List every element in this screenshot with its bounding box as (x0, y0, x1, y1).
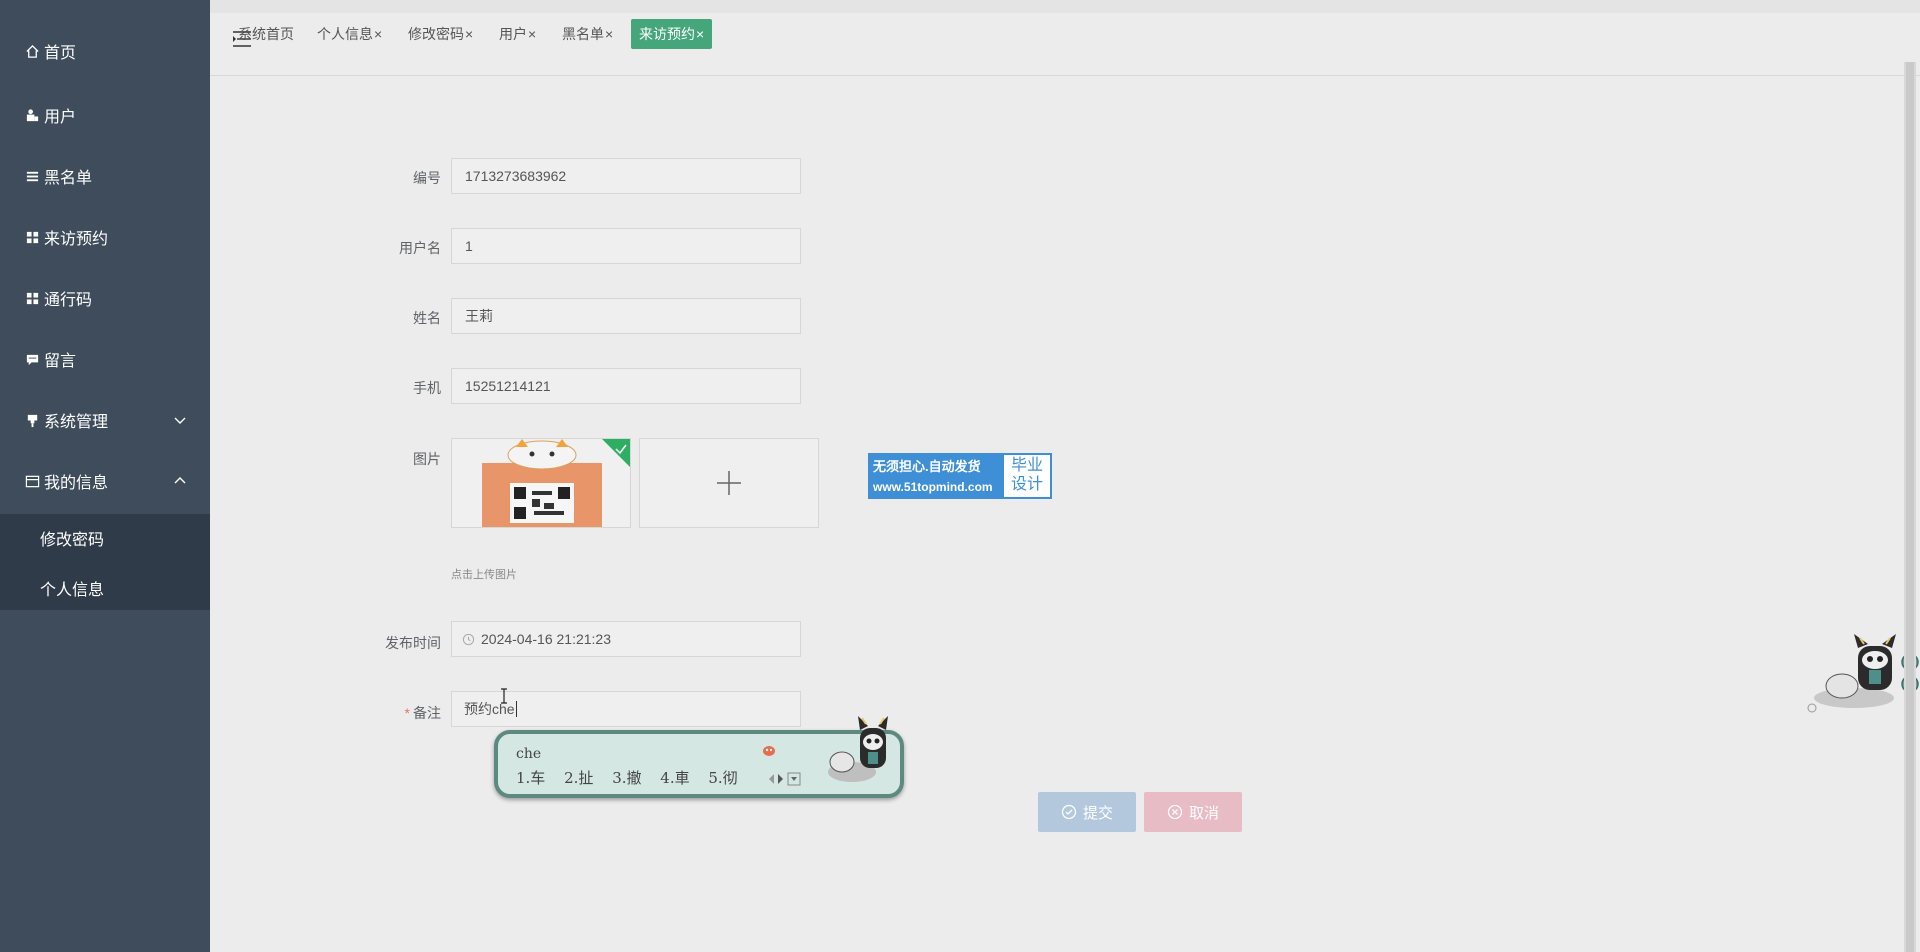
ime-candidate[interactable]: 5.彻 (708, 769, 737, 787)
ime-composition: che (516, 746, 542, 762)
cancel-label: 取消 (1188, 804, 1219, 822)
sidebar-item-message[interactable]: 留言 (0, 339, 210, 379)
user-icon (24, 107, 40, 123)
required-mark: * (404, 705, 410, 721)
tab-personal-info[interactable]: 个人信息× (317, 20, 382, 48)
remark-label: * 备注 (341, 703, 441, 723)
close-icon[interactable]: × (465, 26, 473, 42)
plus-icon (717, 471, 741, 495)
vertical-scrollbar[interactable] (1904, 62, 1916, 952)
cancel-button[interactable]: 取消 (1144, 792, 1242, 832)
watermark-banner: 无须担心.自动发货 www.51topmind.com 毕业 设计 (868, 453, 1052, 499)
publish-time-label: 发布时间 (385, 635, 441, 651)
card-icon (24, 473, 40, 489)
username-label: 用户名 (399, 240, 441, 256)
sidebar-item-label: 首页 (44, 45, 77, 62)
close-icon[interactable]: × (605, 26, 613, 42)
sidebar-item-label: 我的信息 (44, 475, 109, 492)
watermark-badge-line1: 毕业 (1010, 457, 1043, 474)
sidebar-item-user[interactable]: 用户 (0, 95, 210, 135)
grid-icon (24, 290, 40, 306)
sidebar-item-blacklist[interactable]: 黑名单 (0, 156, 210, 196)
name-field[interactable]: 王莉 (451, 298, 801, 334)
ime-logo-icon (762, 744, 776, 762)
close-icon[interactable]: × (374, 26, 382, 42)
ime-candidate[interactable]: 4.車 (660, 769, 689, 787)
watermark-text: 无须担心.自动发货 www.51topmind.com (868, 453, 1004, 499)
list-icon (24, 168, 40, 184)
chevron-down-icon (172, 412, 188, 428)
image-label: 图片 (413, 451, 441, 467)
close-icon[interactable]: × (696, 26, 704, 42)
sidebar: 首页 用户 黑名单 来访预约 通行码 留言 系统管理 我的信息 修改密码 个人信… (0, 0, 210, 952)
publish-time-value: 2024-04-16 21:21:23 (481, 631, 611, 647)
tab-label: 来访预约 (639, 26, 695, 42)
tab-label: 黑名单 (562, 26, 604, 42)
publish-time-field[interactable]: 2024-04-16 21:21:23 (451, 621, 801, 657)
submit-button[interactable]: 提交 (1038, 792, 1136, 832)
tab-home[interactable]: 系统首页 (238, 20, 294, 48)
tab-visit-appointment[interactable]: 来访预约× (631, 19, 713, 49)
text-cursor (515, 701, 517, 717)
upload-add-button[interactable] (639, 438, 819, 528)
number-label: 编号 (413, 170, 441, 186)
my-info-submenu: 修改密码 个人信息 (0, 514, 210, 610)
sidebar-item-label: 留言 (44, 353, 77, 370)
upload-hint: 点击上传图片 (451, 569, 517, 581)
number-field[interactable]: 1713273683962 (451, 158, 801, 194)
pin-icon (24, 412, 40, 428)
watermark-url: www.51topmind.com (873, 480, 993, 494)
submit-label: 提交 (1082, 804, 1113, 822)
tab-user[interactable]: 用户× (499, 20, 536, 48)
tab-blacklist[interactable]: 黑名单× (562, 20, 613, 48)
tab-label: 系统首页 (238, 26, 294, 42)
remark-label-text: 备注 (413, 705, 441, 721)
scrollbar-thumb[interactable] (1906, 62, 1914, 952)
mouse-ibeam-cursor-icon (499, 688, 509, 709)
ime-cat-mascot-icon (818, 714, 898, 791)
close-circle-icon (1167, 804, 1183, 820)
ime-candidate[interactable]: 1.车 (516, 769, 545, 787)
ime-candidate-window: che 1.车 2.扯 3.撤 4.車 5.彻 (494, 716, 904, 798)
name-label: 姓名 (413, 310, 441, 326)
sidebar-item-personal-info[interactable]: 个人信息 (0, 566, 210, 610)
watermark-line1: 无须担心.自动发货 (873, 459, 981, 474)
sidebar-item-home[interactable]: 首页 (0, 31, 210, 71)
check-circle-icon (1061, 804, 1077, 820)
chevron-up-icon (172, 473, 188, 489)
qr-poster-image (452, 439, 630, 527)
home-icon (24, 43, 40, 59)
username-field[interactable]: 1 (451, 228, 801, 264)
sidebar-item-system-management[interactable]: 系统管理 (0, 400, 210, 440)
ime-page-arrows-icon[interactable] (768, 772, 802, 791)
uploaded-image-thumbnail[interactable] (451, 438, 631, 528)
tab-change-password[interactable]: 修改密码× (408, 20, 473, 48)
sidebar-item-label: 黑名单 (44, 170, 93, 187)
phone-field[interactable]: 15251214121 (451, 368, 801, 404)
floating-cat-mascot-icon[interactable] (1804, 634, 1920, 719)
tab-label: 用户 (499, 26, 527, 42)
tab-label: 个人信息 (317, 26, 373, 42)
close-icon[interactable]: × (528, 26, 536, 42)
watermark-badge-line2: 设计 (1010, 476, 1043, 493)
top-strip (210, 0, 1920, 13)
sidebar-item-change-password[interactable]: 修改密码 (0, 516, 210, 560)
ime-candidate-list: 1.车 2.扯 3.撤 4.車 5.彻 (516, 767, 752, 788)
sidebar-item-my-info[interactable]: 我的信息 (0, 461, 210, 501)
tab-label: 修改密码 (408, 26, 464, 42)
phone-label: 手机 (413, 380, 441, 396)
sidebar-item-visit-appointment[interactable]: 来访预约 (0, 217, 210, 257)
message-icon (24, 351, 40, 367)
ime-candidate[interactable]: 2.扯 (564, 769, 593, 787)
sidebar-item-label: 来访预约 (44, 231, 109, 248)
sidebar-item-label: 用户 (44, 109, 77, 126)
watermark-badge: 毕业 设计 (1004, 455, 1050, 497)
grid-icon (24, 229, 40, 245)
sidebar-item-pass-code[interactable]: 通行码 (0, 278, 210, 318)
sidebar-item-label: 通行码 (44, 292, 93, 309)
sidebar-item-label: 系统管理 (44, 414, 109, 431)
ime-candidate[interactable]: 3.撤 (612, 769, 641, 787)
clock-icon (462, 633, 475, 646)
